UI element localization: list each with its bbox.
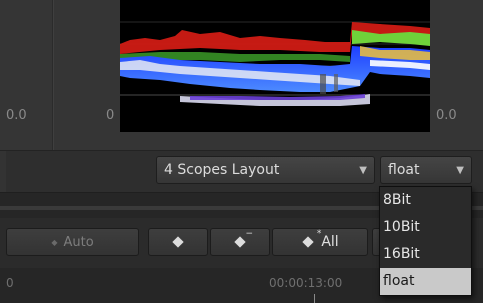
auto-keyframe-button[interactable]: ◆ Auto	[6, 228, 139, 256]
keyframe-all-button[interactable]: * All	[272, 228, 368, 256]
scope-left-value: 0.0	[6, 108, 27, 123]
timeline-start-marker: 0	[6, 276, 14, 290]
bit-depth-dropdown[interactable]: float ▼	[380, 156, 472, 184]
scope-mid-value: 0	[106, 108, 115, 123]
keyframe-all-label: All	[321, 234, 339, 250]
scope-right-value: 0.0	[436, 108, 457, 123]
scope-divider	[52, 0, 53, 150]
waveform-graphic	[120, 0, 430, 132]
bit-option-8bit[interactable]: 8Bit	[380, 187, 471, 214]
chevron-down-icon: ▼	[359, 165, 367, 176]
chevron-down-icon: ▼	[456, 165, 464, 176]
bit-option-float[interactable]: float	[380, 268, 471, 295]
scope-layout-dropdown[interactable]: 4 Scopes Layout ▼	[156, 156, 375, 184]
keyframe-all-icon: *	[301, 229, 321, 249]
bit-depth-dropdown-value: float	[388, 162, 420, 178]
timecode-label: 00:00:13:00	[269, 276, 343, 290]
timeline-tick	[314, 294, 315, 303]
bit-option-16bit[interactable]: 16Bit	[380, 241, 471, 268]
bit-option-10bit[interactable]: 10Bit	[380, 214, 471, 241]
waveform-scope	[120, 0, 430, 132]
keyframe-minus-icon: −	[233, 229, 253, 249]
add-keyframe-button[interactable]	[148, 228, 208, 256]
settings-bar-left-pane	[0, 151, 6, 193]
auto-dot-icon: ◆	[51, 237, 58, 247]
auto-keyframe-label: Auto	[63, 234, 94, 250]
scope-layout-dropdown-value: 4 Scopes Layout	[164, 162, 280, 178]
bit-depth-options-menu: 8Bit 10Bit 16Bit float	[379, 186, 472, 296]
remove-keyframe-button[interactable]: −	[210, 228, 270, 256]
keyframe-diamond-icon	[171, 235, 185, 249]
